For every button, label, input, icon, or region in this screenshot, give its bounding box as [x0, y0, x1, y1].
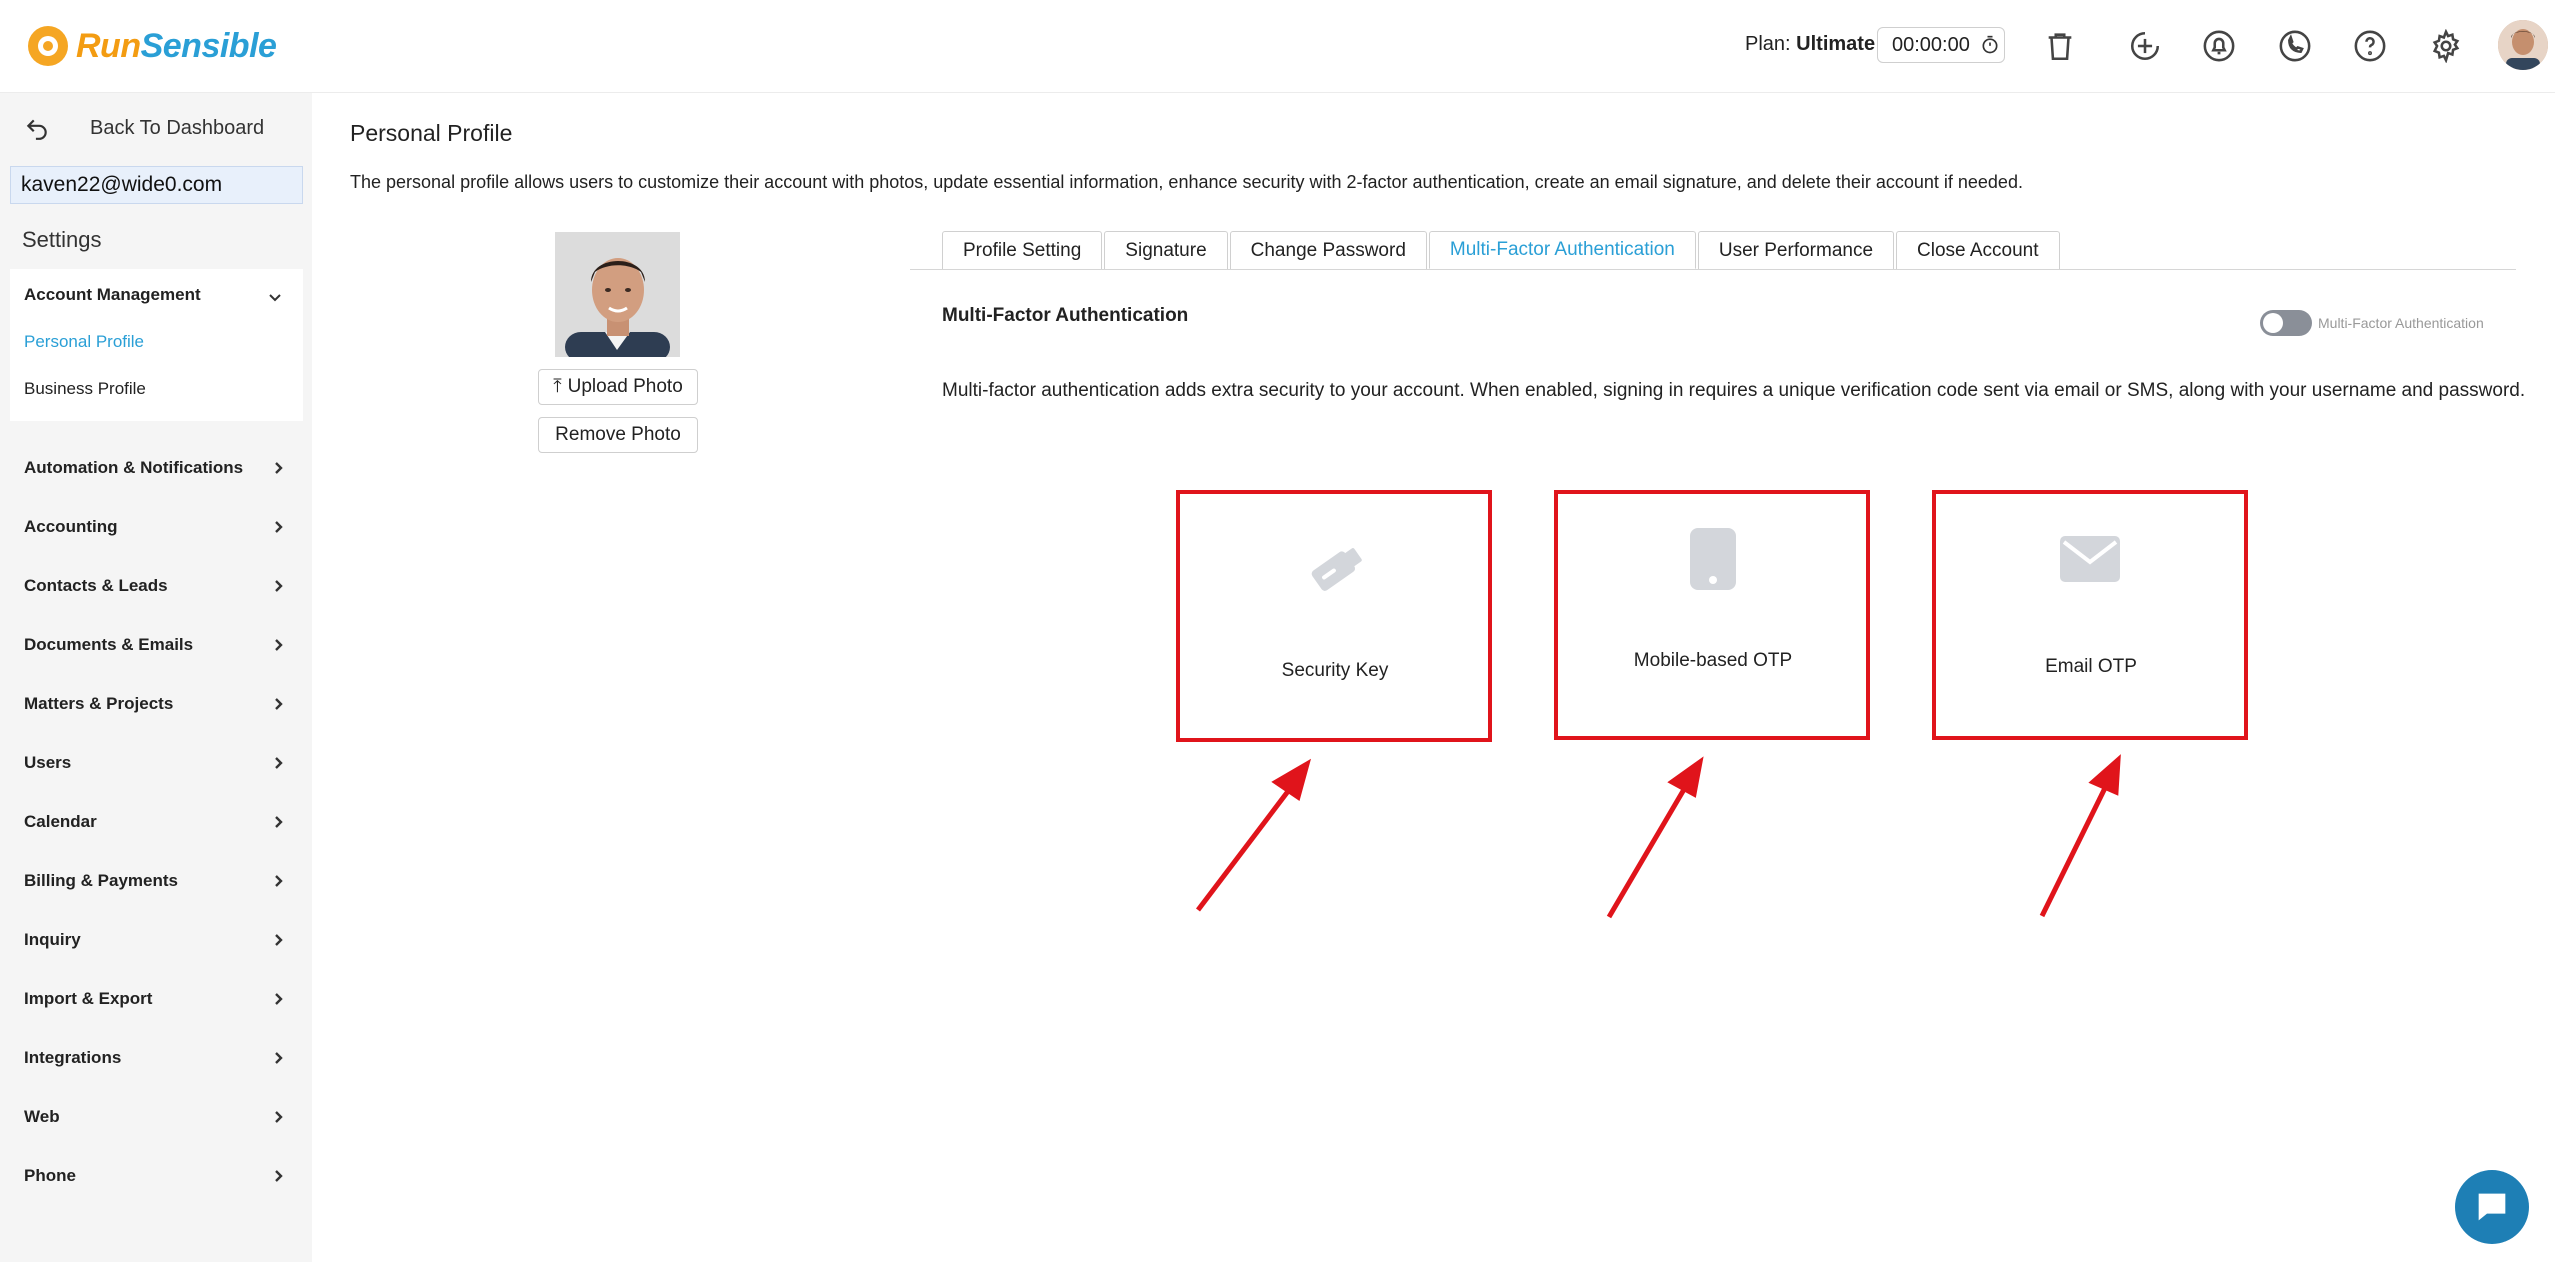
- sidebar-item-import-export[interactable]: Import & Export: [24, 984, 286, 1014]
- chevron-right-icon: [275, 462, 283, 474]
- account-management-group: Account Management Personal Profile Busi…: [10, 269, 303, 421]
- account-management-toggle[interactable]: Account Management: [24, 285, 201, 305]
- sidebar-item-label: Web: [24, 1107, 60, 1126]
- sidebar-item-label: Accounting: [24, 517, 118, 536]
- chevron-right-icon: [275, 521, 283, 533]
- annotation-arrowhead-3: [2088, 754, 2121, 796]
- remove-photo-button[interactable]: Remove Photo: [538, 417, 698, 453]
- gear-icon[interactable]: [2426, 26, 2466, 66]
- tabs-divider: [910, 269, 2516, 270]
- runsensible-logo[interactable]: RunSensible: [28, 22, 277, 70]
- plan-value: Ultimate: [1796, 33, 1876, 55]
- timer-value: 00:00:00: [1892, 33, 1970, 56]
- sidebar-item-label: Users: [24, 753, 72, 772]
- trash-icon[interactable]: [2040, 26, 2080, 66]
- stopwatch-icon: [1982, 35, 1998, 54]
- sidebar-item-users[interactable]: Users: [24, 748, 286, 778]
- sidebar-item-label: Import & Export: [24, 989, 153, 1008]
- back-label: Back To Dashboard: [90, 116, 265, 139]
- chevron-right-icon: [275, 1111, 283, 1123]
- sidebar-item-matters-projects[interactable]: Matters & Projects: [24, 689, 286, 719]
- plan-label: Plan:: [1745, 33, 1791, 55]
- annotation-arrowhead-1: [1271, 758, 1312, 802]
- sidebar-item-label: Inquiry: [24, 930, 81, 949]
- sidebar-item-label: Billing & Payments: [24, 871, 178, 890]
- back-to-dashboard-link[interactable]: Back To Dashboard: [24, 113, 264, 143]
- chevron-right-icon: [275, 757, 283, 769]
- back-arrow-icon: [26, 119, 47, 140]
- chevron-right-icon: [275, 816, 283, 828]
- page-description: The personal profile allows users to cus…: [350, 172, 2023, 192]
- help-icon[interactable]: [2350, 26, 2390, 66]
- sidebar-item-label: Matters & Projects: [24, 694, 174, 713]
- sidebar-item-personal-profile[interactable]: Personal Profile: [24, 332, 144, 352]
- chevron-right-icon: [275, 934, 283, 946]
- settings-sidebar: Back To Dashboard kaven22@wide0.com Sett…: [0, 93, 312, 1262]
- mfa-toggle-switch[interactable]: [2260, 310, 2312, 336]
- sidebar-item-web[interactable]: Web: [24, 1102, 286, 1132]
- chevron-right-icon: [275, 993, 283, 1005]
- sidebar-item-automation-notifications[interactable]: Automation & Notifications: [24, 453, 286, 483]
- page-title: Personal Profile: [350, 120, 513, 146]
- sidebar-item-integrations[interactable]: Integrations: [24, 1043, 286, 1073]
- user-email-field: kaven22@wide0.com: [10, 166, 303, 204]
- sidebar-item-phone[interactable]: Phone: [24, 1161, 286, 1191]
- sidebar-item-documents-emails[interactable]: Documents & Emails: [24, 630, 286, 660]
- tab-user-performance[interactable]: User Performance: [1697, 231, 1895, 269]
- sidebar-item-label: Integrations: [24, 1048, 122, 1067]
- mfa-toggle-label: Multi-Factor Authentication: [2318, 315, 2484, 331]
- annotation-arrow-1: [1196, 784, 1294, 912]
- add-time-icon[interactable]: [2125, 26, 2165, 66]
- annotation-arrow-3: [2039, 784, 2109, 918]
- chevron-right-icon: [275, 698, 283, 710]
- sidebar-item-label: Calendar: [24, 812, 97, 831]
- sidebar-item-accounting[interactable]: Accounting: [24, 512, 286, 542]
- user-avatar[interactable]: [2498, 20, 2548, 70]
- tab-multi-factor-authentication[interactable]: Multi-Factor Authentication: [1428, 231, 1696, 269]
- phone-icon[interactable]: [2275, 26, 2315, 66]
- profile-tabs: Profile Setting Signature Change Password M…: [942, 231, 2062, 269]
- tab-close-account[interactable]: Close Account: [1896, 231, 2060, 269]
- sidebar-item-label: Phone: [24, 1166, 76, 1185]
- tab-signature[interactable]: Signature: [1104, 231, 1228, 269]
- chevron-right-icon: [275, 580, 283, 592]
- timer[interactable]: 00:00:00: [1877, 27, 2005, 63]
- sidebar-item-label: Automation & Notifications: [24, 458, 244, 477]
- profile-photo: [555, 232, 680, 357]
- logo-mark-icon: [28, 26, 68, 66]
- annotation-arrowhead-2: [1667, 756, 1704, 798]
- email-otp-highlight-frame: [1932, 490, 2248, 740]
- mfa-description: Multi-factor authentication adds extra s…: [942, 380, 2526, 401]
- chevron-down-icon[interactable]: [267, 289, 283, 305]
- mfa-heading: Multi-Factor Authentication: [942, 305, 1189, 326]
- chat-widget-button[interactable]: [2455, 1170, 2529, 1244]
- top-bar: RunSensible Plan: Ultimate 00:00:00: [0, 0, 2555, 93]
- sidebar-item-inquiry[interactable]: Inquiry: [24, 925, 286, 955]
- tab-profile-setting[interactable]: Profile Setting: [942, 231, 1103, 269]
- upload-icon: ⤒: [553, 376, 562, 397]
- sidebar-item-contacts-leads[interactable]: Contacts & Leads: [24, 571, 286, 601]
- annotation-arrow-2: [1606, 784, 1689, 919]
- sidebar-item-label: Documents & Emails: [24, 635, 194, 654]
- sidebar-item-label: Contacts & Leads: [24, 576, 168, 595]
- logo-text-sensible: Sensible: [140, 26, 277, 65]
- bell-icon[interactable]: [2199, 26, 2239, 66]
- security-key-highlight-frame: [1176, 490, 1492, 742]
- upload-photo-label: Upload Photo: [567, 376, 683, 397]
- sidebar-item-billing-payments[interactable]: Billing & Payments: [24, 866, 286, 896]
- chat-bubble-icon: [2478, 1193, 2506, 1221]
- upload-photo-button[interactable]: ⤒ Upload Photo: [538, 369, 698, 405]
- mobile-otp-highlight-frame: [1554, 490, 1870, 740]
- sidebar-item-calendar[interactable]: Calendar: [24, 807, 286, 837]
- chevron-right-icon: [275, 875, 283, 887]
- logo-text-run: Run: [76, 26, 141, 65]
- settings-heading: Settings: [22, 227, 102, 252]
- chevron-right-icon: [275, 639, 283, 651]
- chevron-right-icon: [275, 1170, 283, 1182]
- plan-indicator: Plan: Ultimate: [1745, 33, 1875, 56]
- sidebar-item-business-profile[interactable]: Business Profile: [24, 379, 146, 399]
- tab-change-password[interactable]: Change Password: [1229, 231, 1427, 269]
- chevron-right-icon: [275, 1052, 283, 1064]
